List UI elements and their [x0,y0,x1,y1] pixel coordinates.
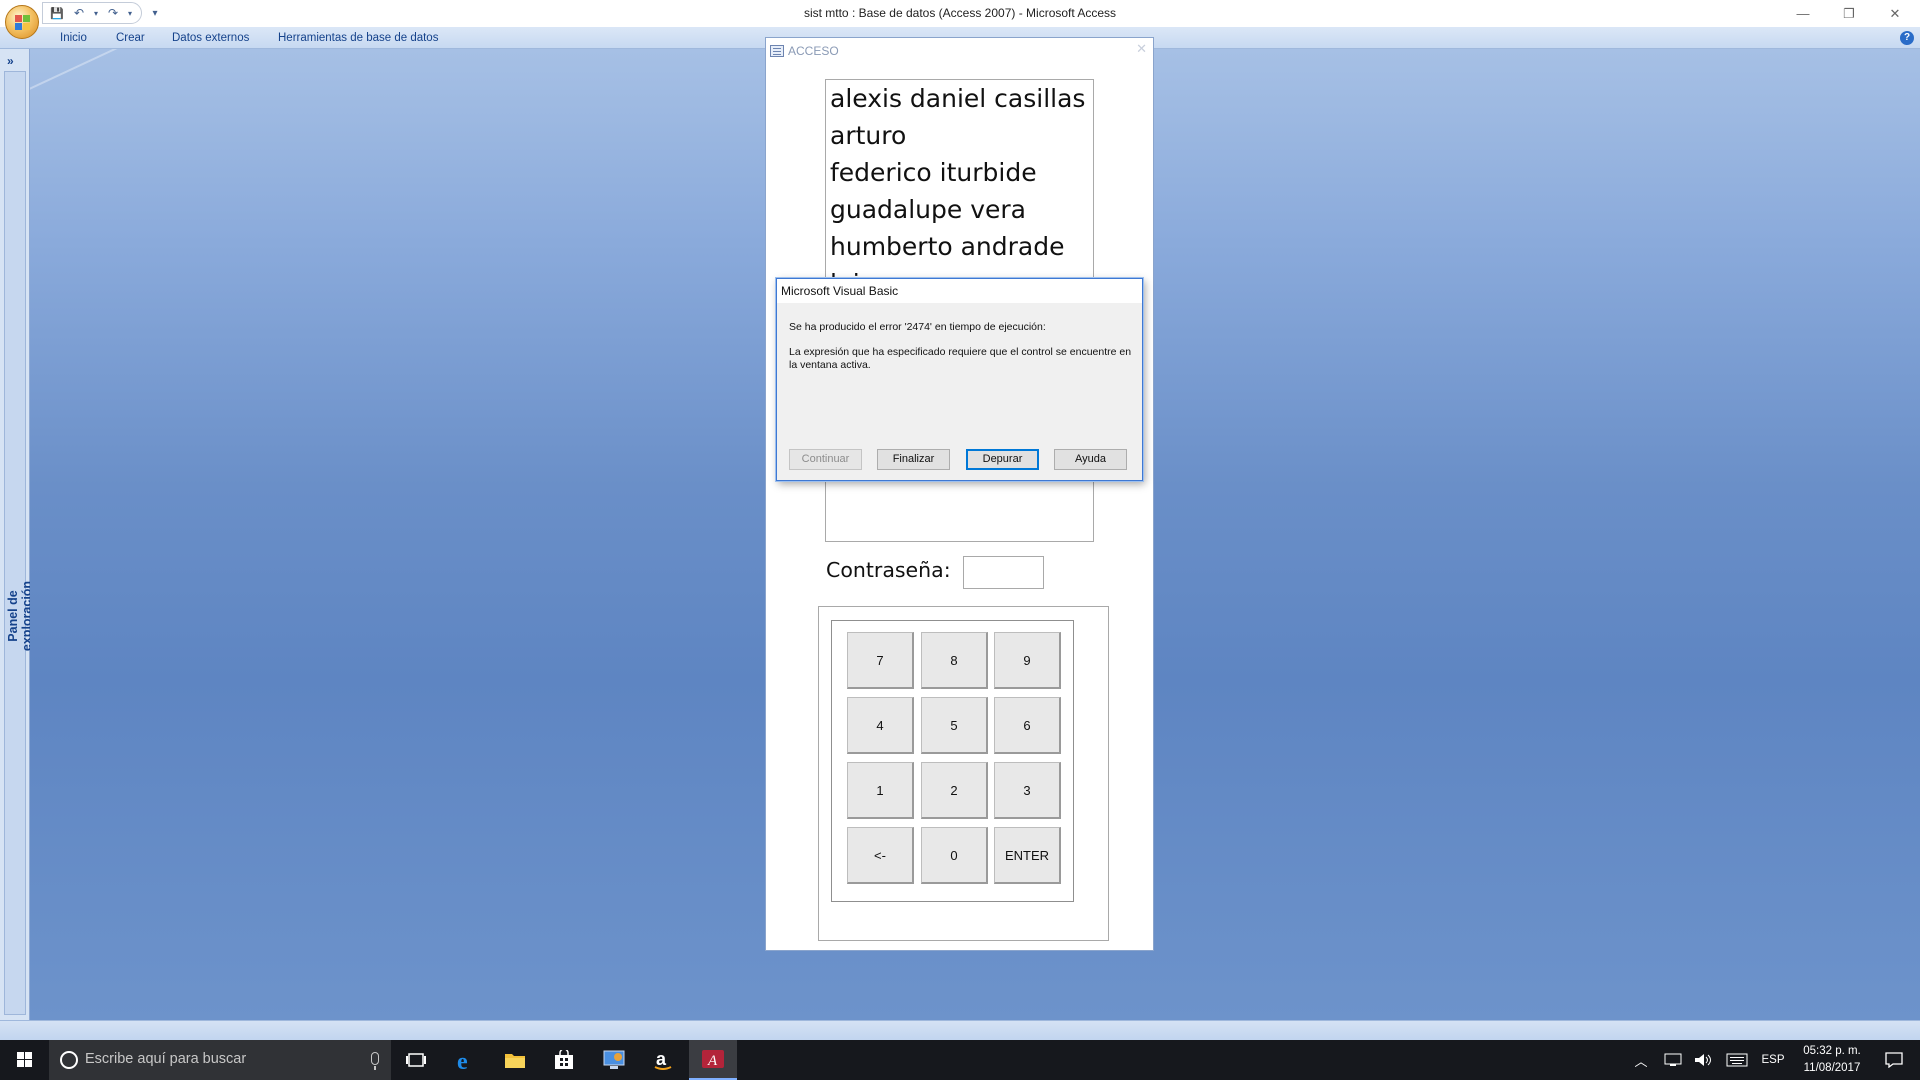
tab-herramientas[interactable]: Herramientas de base de datos [278,27,438,49]
office-logo-icon [15,15,31,31]
key-2[interactable]: 2 [921,762,988,819]
amazon-button[interactable]: a [639,1040,687,1080]
key-backspace[interactable]: <- [847,827,914,884]
debug-button[interactable]: Depurar [966,449,1039,470]
amazon-icon: a [654,1049,672,1070]
store-button[interactable] [540,1040,588,1080]
navigation-pane: » Panel de exploración [0,49,34,1020]
tab-inicio[interactable]: Inicio [60,27,87,49]
start-button[interactable] [0,1040,48,1080]
store-icon [555,1050,573,1069]
access-icon: A [702,1050,724,1069]
svg-text:a: a [656,1049,667,1069]
clock-date: 11/08/2017 [1803,1062,1861,1074]
remote-desktop-icon [603,1050,625,1069]
list-item[interactable]: alexis daniel casillas [826,80,1093,117]
continue-button: Continuar [789,449,862,470]
search-placeholder: Escribe aquí para buscar [85,1051,247,1067]
folder-icon [505,1054,525,1068]
expand-pane-icon[interactable]: » [7,54,14,68]
cortana-icon [60,1051,78,1069]
edge-icon: e [457,1049,468,1072]
network-icon[interactable] [1662,1040,1684,1080]
svg-text:e: e [457,1049,468,1072]
key-8[interactable]: 8 [921,632,988,689]
key-enter[interactable]: ENTER [994,827,1061,884]
tab-datos-externos[interactable]: Datos externos [172,27,249,49]
dialog-title: Microsoft Visual Basic [777,279,1142,303]
redo-dropdown-icon[interactable]: ▾ [126,4,134,22]
error-message: Se ha producido el error '2474' en tiemp… [789,321,1046,333]
window-title: sist mtto : Base de datos (Access 2007) … [803,6,1117,20]
customize-toolbar-icon[interactable]: ▾ [146,4,164,22]
form-close-icon[interactable]: ✕ [1136,41,1147,57]
form-title: ACCESO [788,44,839,58]
edge-button[interactable]: e [442,1040,490,1080]
volume-icon[interactable] [1692,1040,1714,1080]
minimize-button[interactable]: — [1780,0,1826,27]
title-bar: sist mtto : Base de datos (Access 2007) … [0,0,1920,27]
password-input[interactable] [963,556,1044,589]
key-7[interactable]: 7 [847,632,914,689]
svg-text:A: A [707,1053,718,1069]
key-3[interactable]: 3 [994,762,1061,819]
navigation-pane-bar[interactable]: Panel de exploración [4,71,34,1015]
file-explorer-button[interactable] [491,1040,539,1080]
notifications-icon[interactable] [1876,1040,1912,1080]
show-hidden-icons[interactable]: ︿ [1630,1040,1652,1080]
key-4[interactable]: 4 [847,697,914,754]
list-item[interactable]: guadalupe vera [826,191,1093,228]
acceso-form: ACCESO ✕ alexis daniel casillas arturo f… [765,37,1154,951]
help-button[interactable]: Ayuda [1054,449,1127,470]
key-9[interactable]: 9 [994,632,1061,689]
undo-icon[interactable]: ↶ [70,4,88,22]
tab-crear[interactable]: Crear [116,27,145,49]
save-icon[interactable]: 💾 [48,4,66,22]
workspace-highlight [30,49,162,114]
key-0[interactable]: 0 [921,827,988,884]
help-icon[interactable]: ? [1900,31,1914,45]
microphone-icon[interactable] [371,1052,379,1070]
redo-icon[interactable]: ↷ [104,4,122,22]
key-6[interactable]: 6 [994,697,1061,754]
key-5[interactable]: 5 [921,697,988,754]
list-item[interactable]: arturo [826,117,1093,154]
end-button[interactable]: Finalizar [877,449,950,470]
task-view-icon [406,1053,426,1067]
list-item[interactable]: humberto andrade [826,228,1093,265]
remote-desktop-button[interactable] [590,1040,638,1080]
access-button[interactable]: A [689,1040,737,1080]
taskbar: Escribe aquí para buscar e a A ︿ ESP 05:… [0,1040,1920,1080]
restore-button[interactable]: ❐ [1826,0,1872,27]
undo-dropdown-icon[interactable]: ▾ [92,4,100,22]
keyboard-icon[interactable] [1724,1040,1750,1080]
office-button[interactable] [5,5,39,39]
list-item[interactable]: federico iturbide [826,154,1093,191]
language-indicator[interactable]: ESP [1760,1040,1786,1080]
key-1[interactable]: 1 [847,762,914,819]
status-bar [0,1020,1920,1040]
clock[interactable]: 05:32 p. m. 11/08/2017 [1789,1043,1875,1077]
clock-time: 05:32 p. m. [1803,1045,1861,1057]
error-description: La expresión que ha especificado requier… [789,346,1132,371]
task-view-button[interactable] [392,1040,440,1080]
close-button[interactable]: ✕ [1872,0,1918,27]
search-box[interactable]: Escribe aquí para buscar [49,1040,391,1080]
quick-access-buttons: 💾 ↶ ▾ ↷ ▾ ▾ [48,3,164,23]
password-label: Contraseña: [826,558,951,582]
error-dialog: Microsoft Visual Basic Se ha producido e… [776,278,1143,481]
